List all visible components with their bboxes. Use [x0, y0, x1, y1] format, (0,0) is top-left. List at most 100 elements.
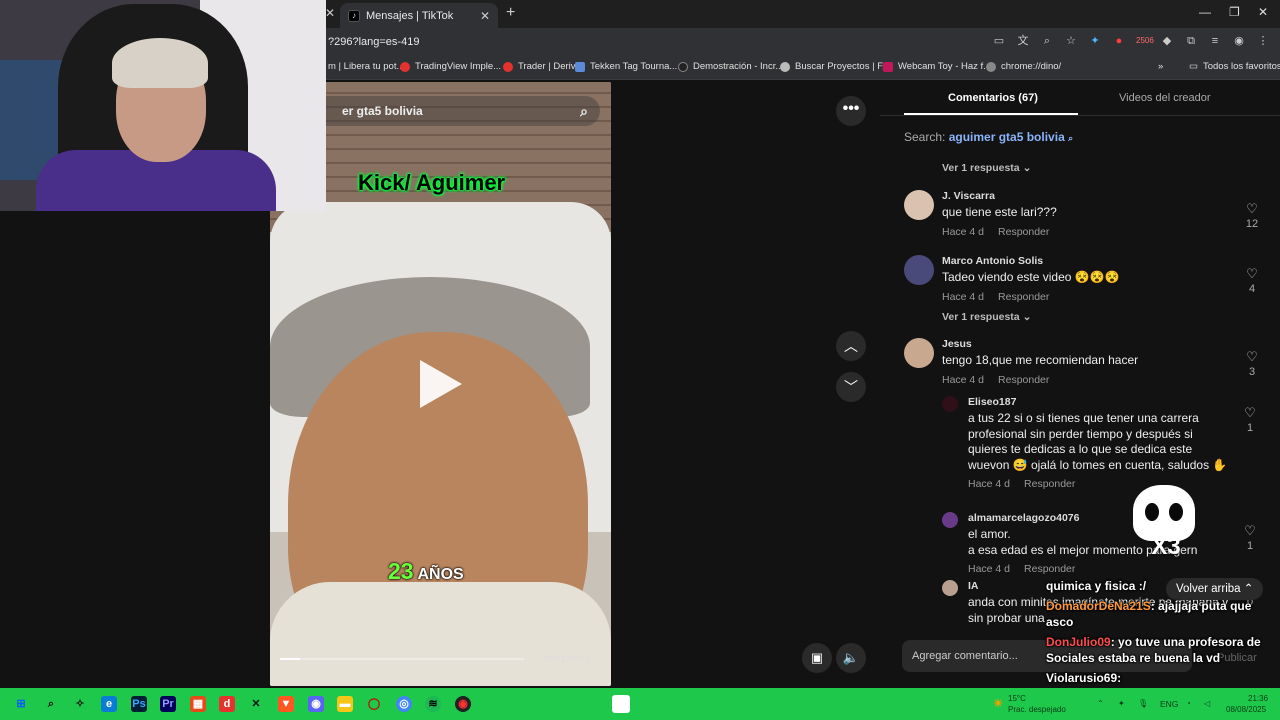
avatar[interactable]: [942, 512, 958, 528]
weather-temp: 15°C: [1008, 694, 1026, 703]
minimize-icon[interactable]: —: [1199, 5, 1211, 19]
tab-comments[interactable]: Comentarios (67): [948, 92, 1038, 104]
avatar[interactable]: [904, 255, 934, 285]
comment-author[interactable]: Marco Antonio Solis: [942, 255, 1232, 267]
like-button[interactable]: ♡ 1: [1238, 405, 1262, 435]
like-button[interactable]: ♡ 4: [1240, 267, 1264, 296]
app-icon[interactable]: ✕: [248, 696, 264, 712]
skull-icon: [1133, 485, 1195, 541]
edge-icon[interactable]: e: [101, 696, 117, 712]
webcam-person-cap: [112, 38, 208, 88]
video-search-bar[interactable]: er gta5 bolivia ⌕: [290, 96, 600, 126]
all-bookmarks[interactable]: ▭ Todos los favoritos: [1189, 61, 1280, 72]
tab-tiktok[interactable]: ♪ Mensajes | TikTok ✕: [340, 3, 498, 28]
url-field[interactable]: ?296?lang=es-419: [328, 36, 419, 48]
search-query[interactable]: aguimer gta5 bolivia: [949, 130, 1065, 144]
avatar[interactable]: [904, 338, 934, 368]
star-icon[interactable]: ☆: [1064, 34, 1078, 48]
extension-diamond-icon[interactable]: ◆: [1160, 34, 1174, 48]
profile-icon[interactable]: ◉: [1232, 34, 1246, 48]
reply-button[interactable]: Responder: [1024, 478, 1075, 490]
brave-icon[interactable]: ▼: [278, 696, 294, 712]
record-icon[interactable]: ●: [1112, 34, 1126, 48]
mic-icon[interactable]: 🎙: [1138, 699, 1148, 708]
search-icon[interactable]: ⌕: [580, 103, 588, 120]
discord-icon[interactable]: ◉: [308, 696, 324, 712]
new-tab-icon[interactable]: +: [506, 4, 515, 22]
comment-author[interactable]: Jesus: [942, 338, 1232, 350]
wifi-icon[interactable]: ◔: [1186, 699, 1191, 708]
spotify-icon[interactable]: ≋: [425, 696, 441, 712]
opera-icon[interactable]: ◯: [366, 696, 382, 712]
bookmark-0[interactable]: m | Libera tu pot...: [328, 61, 404, 72]
avatar[interactable]: [942, 580, 958, 596]
extension-icon[interactable]: ✦: [1088, 34, 1102, 48]
clock-time[interactable]: 21:36: [1248, 694, 1268, 703]
weather-icon[interactable]: ☀: [990, 696, 1006, 712]
cast-icon[interactable]: ▭: [992, 34, 1006, 48]
like-button[interactable]: ♡ 3: [1240, 350, 1264, 379]
like-count: 12: [1245, 218, 1259, 230]
bookmark-5[interactable]: Buscar Proyectos | F...: [780, 61, 890, 72]
view-replies-button[interactable]: Ver 1 respuesta ⌄: [942, 162, 1031, 174]
like-button[interactable]: ♡ 12: [1240, 202, 1264, 231]
store-icon[interactable]: ▦: [190, 696, 206, 712]
bookmark-1[interactable]: TradingView Imple...: [400, 61, 501, 72]
translate-icon[interactable]: 文: [1016, 34, 1030, 48]
close-icon[interactable]: ✕: [480, 9, 490, 23]
like-button[interactable]: ♡ 1: [1238, 523, 1262, 553]
premiere-icon[interactable]: Pr: [160, 696, 176, 712]
speaker-icon[interactable]: ◁: [1204, 699, 1210, 708]
avatar[interactable]: [904, 190, 934, 220]
white-window-icon[interactable]: [612, 695, 630, 713]
tray-chevron-icon[interactable]: ⌃: [1097, 699, 1104, 708]
obs-icon[interactable]: ◉: [455, 696, 471, 712]
volume-icon[interactable]: 🔈: [836, 643, 866, 673]
zoom-icon[interactable]: ⌕: [1040, 34, 1054, 48]
network-icon[interactable]: ✦: [1118, 699, 1125, 708]
view-replies-button[interactable]: Ver 1 respuesta ⌄: [942, 311, 1031, 323]
progress-bar[interactable]: [280, 658, 524, 660]
reply-button[interactable]: Responder: [1024, 563, 1075, 575]
reply-button[interactable]: Responder: [998, 226, 1049, 238]
search-icon[interactable]: ⌕: [43, 696, 59, 712]
comment-search-link[interactable]: Search: aguimer gta5 bolivia ⌕: [904, 130, 1073, 144]
like-count: 1: [1246, 422, 1254, 434]
more-options-button[interactable]: •••: [836, 96, 866, 126]
close-tab-icon[interactable]: ✕: [325, 6, 335, 20]
reading-list-icon[interactable]: ≡: [1208, 34, 1222, 48]
deriv-icon[interactable]: d: [219, 696, 235, 712]
badge-count[interactable]: 2506: [1136, 34, 1154, 48]
heart-icon: ♡: [1244, 523, 1256, 538]
comment-text: Tadeo viendo este video 😵😵😵: [942, 270, 1120, 284]
photoshop-icon[interactable]: Ps: [131, 696, 147, 712]
tab-creator-videos[interactable]: Videos del creador: [1119, 92, 1211, 104]
restore-icon[interactable]: ❐: [1229, 5, 1240, 19]
chrome-icon[interactable]: ◎: [396, 696, 412, 712]
comment-text: a tus 22 si o si tienes que tener una ca…: [968, 411, 1228, 472]
bookmarks-overflow-icon[interactable]: »: [1158, 61, 1163, 72]
windows-start-icon[interactable]: ⊞: [13, 696, 29, 712]
previous-video-button[interactable]: ︿: [836, 331, 866, 361]
play-icon[interactable]: [420, 360, 462, 408]
puzzle-icon[interactable]: ⧉: [1184, 34, 1198, 48]
picture-in-picture-icon[interactable]: ▣: [802, 643, 832, 673]
language-indicator[interactable]: ENG: [1160, 699, 1178, 709]
heart-icon: ♡: [1244, 405, 1256, 420]
bookmark-2[interactable]: Trader | Deriv: [503, 61, 576, 72]
reply-button[interactable]: Responder: [998, 374, 1049, 386]
next-video-button[interactable]: ﹀: [836, 372, 866, 402]
bookmark-4[interactable]: Demostración - Incr...: [678, 61, 783, 72]
clock-date[interactable]: 08/08/2025: [1226, 705, 1266, 714]
bookmark-3[interactable]: Tekken Tag Tourna...: [575, 61, 677, 72]
bookmark-7[interactable]: chrome://dino/: [986, 61, 1061, 72]
avatar[interactable]: [942, 396, 958, 412]
reply-button[interactable]: Responder: [998, 291, 1049, 303]
bookmark-6[interactable]: Webcam Toy - Haz f...: [883, 61, 991, 72]
folder-icon[interactable]: ▬: [337, 696, 353, 712]
window-close-icon[interactable]: ✕: [1258, 5, 1268, 19]
comment-author[interactable]: J. Viscarra: [942, 190, 1232, 202]
menu-icon[interactable]: ⋮: [1256, 34, 1270, 48]
comment-author[interactable]: Eliseo187: [968, 396, 1230, 408]
copilot-icon[interactable]: ✧: [72, 696, 88, 712]
